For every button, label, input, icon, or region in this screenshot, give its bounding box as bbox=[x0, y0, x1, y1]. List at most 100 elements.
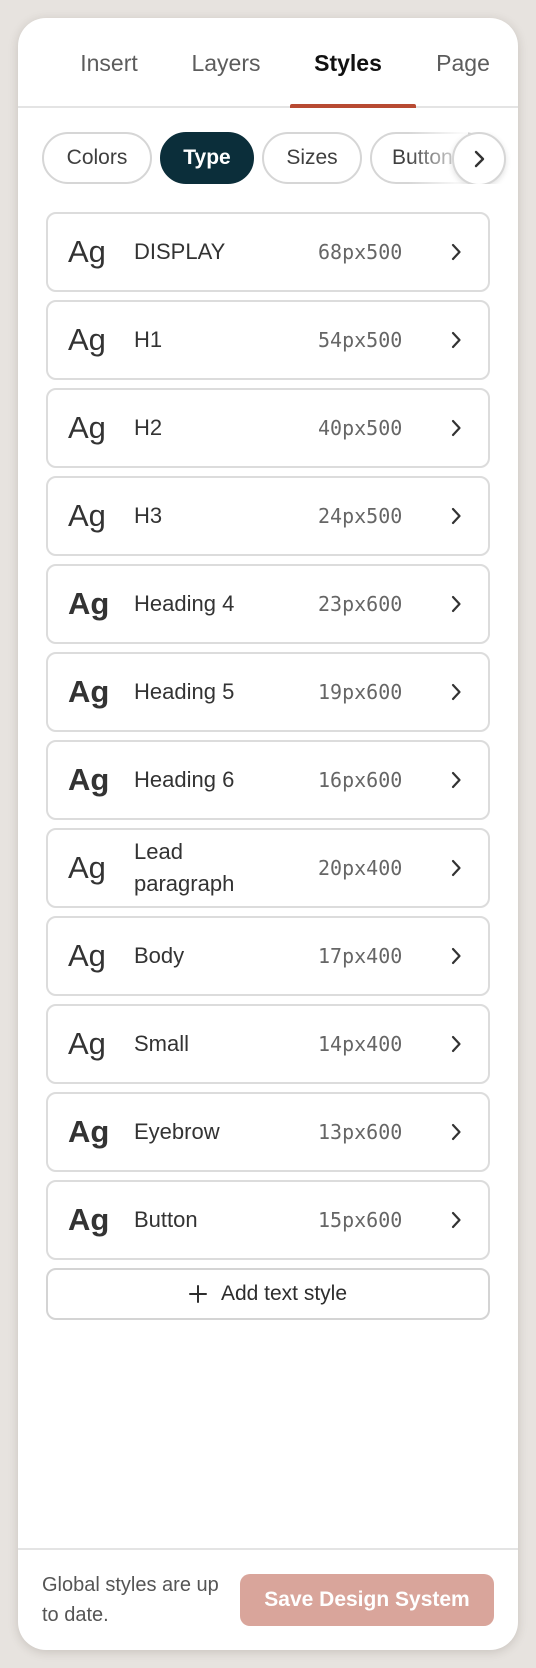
text-style-row[interactable]: Ag Body 17px 400 bbox=[46, 916, 490, 996]
text-style-row[interactable]: Ag Heading 6 16px 600 bbox=[46, 740, 490, 820]
type-sample: Ag bbox=[68, 674, 110, 709]
tab-layers[interactable]: Layers bbox=[160, 18, 292, 108]
text-style-meta: 17px 400 bbox=[318, 918, 402, 994]
text-style-row[interactable]: Ag Heading 4 23px 600 bbox=[46, 564, 490, 644]
text-style-row[interactable]: Ag H2 40px 500 bbox=[46, 388, 490, 468]
type-sample: Ag bbox=[68, 410, 106, 445]
text-style-weight: 500 bbox=[366, 328, 403, 352]
text-style-row[interactable]: Ag DISPLAY 68px 500 bbox=[46, 212, 490, 292]
chip-colors[interactable]: Colors bbox=[42, 132, 152, 184]
text-style-name: H2 bbox=[134, 415, 163, 440]
type-sample: Ag bbox=[68, 322, 106, 357]
text-style-weight: 400 bbox=[366, 1032, 403, 1056]
save-status-text: Global styles are up to date. bbox=[42, 1574, 219, 1626]
text-style-size: 68px bbox=[318, 240, 367, 264]
type-sample: Ag bbox=[68, 762, 110, 797]
text-style-size: 23px bbox=[318, 592, 367, 616]
text-style-name: Eyebrow bbox=[134, 1119, 220, 1144]
chip-type[interactable]: Type bbox=[160, 132, 254, 184]
add-text-style-button[interactable]: Add text style bbox=[46, 1268, 490, 1320]
type-sample: Ag bbox=[68, 586, 110, 621]
type-sample: Ag bbox=[68, 850, 106, 885]
plus-icon bbox=[188, 1285, 207, 1303]
chevron-right-icon bbox=[451, 683, 461, 701]
text-style-name: Button bbox=[134, 1207, 198, 1232]
text-style-meta: 68px 500 bbox=[318, 214, 402, 290]
text-style-name: Heading 6 bbox=[134, 767, 235, 792]
type-sample: Ag bbox=[68, 938, 106, 973]
text-style-size: 14px bbox=[318, 1032, 367, 1056]
text-style-name: Lead paragraph bbox=[134, 839, 235, 896]
chevron-right-icon bbox=[451, 1211, 461, 1229]
text-style-size: 24px bbox=[318, 504, 367, 528]
text-style-size: 15px bbox=[318, 1208, 367, 1232]
text-style-row[interactable]: Ag Small 14px 400 bbox=[46, 1004, 490, 1084]
save-design-system-button[interactable]: Save Design System bbox=[240, 1574, 494, 1626]
chevron-right-icon bbox=[451, 947, 461, 965]
text-style-weight: 400 bbox=[366, 944, 403, 968]
chevron-right-icon bbox=[451, 1035, 461, 1053]
text-style-row[interactable]: Ag Heading 5 19px 600 bbox=[46, 652, 490, 732]
text-style-size: 54px bbox=[318, 328, 367, 352]
text-style-size: 40px bbox=[318, 416, 367, 440]
chevron-right-icon bbox=[451, 507, 461, 525]
active-tab-indicator bbox=[290, 104, 416, 108]
chevron-right-icon bbox=[451, 595, 461, 613]
text-style-meta: 14px 400 bbox=[318, 1006, 402, 1082]
text-style-weight: 600 bbox=[366, 680, 403, 704]
text-style-size: 13px bbox=[318, 1120, 367, 1144]
chevron-right-icon bbox=[451, 1123, 461, 1141]
style-category-chips: Colors Type Sizes Buttons bbox=[18, 132, 518, 184]
text-style-row[interactable]: Ag Eyebrow 13px 600 bbox=[46, 1092, 490, 1172]
text-style-name: Body bbox=[134, 943, 185, 968]
text-style-weight: 400 bbox=[366, 856, 403, 880]
text-style-meta: 24px 500 bbox=[318, 478, 402, 554]
text-style-meta: 19px 600 bbox=[318, 654, 402, 730]
chevron-right-icon bbox=[451, 243, 461, 261]
type-sample: Ag bbox=[68, 498, 106, 533]
tab-insert[interactable]: Insert bbox=[44, 18, 174, 108]
type-sample: Ag bbox=[68, 1026, 106, 1061]
chevron-right-icon bbox=[474, 150, 485, 168]
text-style-meta: 23px 600 bbox=[318, 566, 402, 642]
text-style-name: Heading 4 bbox=[134, 591, 235, 616]
text-style-meta: 40px 500 bbox=[318, 390, 402, 466]
text-style-weight: 600 bbox=[366, 1120, 403, 1144]
text-style-name: DISPLAY bbox=[134, 239, 226, 264]
chevron-right-icon bbox=[451, 419, 461, 437]
text-style-name: H1 bbox=[134, 327, 163, 352]
text-style-meta: 54px 500 bbox=[318, 302, 402, 378]
text-style-row[interactable]: Ag Lead paragraph 20px 400 bbox=[46, 828, 490, 908]
chip-sizes[interactable]: Sizes bbox=[262, 132, 362, 184]
chip-scroll-button[interactable] bbox=[452, 132, 506, 184]
text-style-weight: 600 bbox=[366, 592, 403, 616]
text-style-meta: 16px 600 bbox=[318, 742, 402, 818]
text-style-weight: 500 bbox=[366, 504, 403, 528]
text-style-name: Small bbox=[134, 1031, 190, 1056]
styles-panel: Insert Layers Styles Page Colors Type Si… bbox=[18, 18, 518, 1650]
text-style-weight: 600 bbox=[366, 1208, 403, 1232]
text-style-weight: 600 bbox=[366, 768, 403, 792]
type-sample: Ag bbox=[68, 1202, 110, 1237]
type-sample: Ag bbox=[68, 1114, 110, 1149]
add-text-style-label: Add text style bbox=[220, 1282, 348, 1305]
text-style-meta: 20px 400 bbox=[318, 830, 402, 906]
panel-tabs: Insert Layers Styles Page bbox=[18, 18, 518, 108]
text-style-row[interactable]: Ag Button 15px 600 bbox=[46, 1180, 490, 1260]
chevron-right-icon bbox=[451, 331, 461, 349]
text-style-row[interactable]: Ag H1 54px 500 bbox=[46, 300, 490, 380]
chevron-right-icon bbox=[451, 859, 461, 877]
text-style-name: H3 bbox=[134, 503, 163, 528]
text-style-name: Heading 5 bbox=[134, 679, 235, 704]
panel-footer: Global styles are up to date. Save Desig… bbox=[18, 1548, 518, 1650]
text-style-weight: 500 bbox=[366, 416, 403, 440]
text-style-size: 17px bbox=[318, 944, 367, 968]
text-style-size: 19px bbox=[318, 680, 367, 704]
tab-page[interactable]: Page bbox=[408, 18, 518, 108]
text-style-size: 20px bbox=[318, 856, 367, 880]
tab-styles[interactable]: Styles bbox=[282, 18, 414, 108]
text-style-meta: 15px 600 bbox=[318, 1182, 402, 1258]
text-style-row[interactable]: Ag H3 24px 500 bbox=[46, 476, 490, 556]
text-style-meta: 13px 600 bbox=[318, 1094, 402, 1170]
text-style-size: 16px bbox=[318, 768, 367, 792]
